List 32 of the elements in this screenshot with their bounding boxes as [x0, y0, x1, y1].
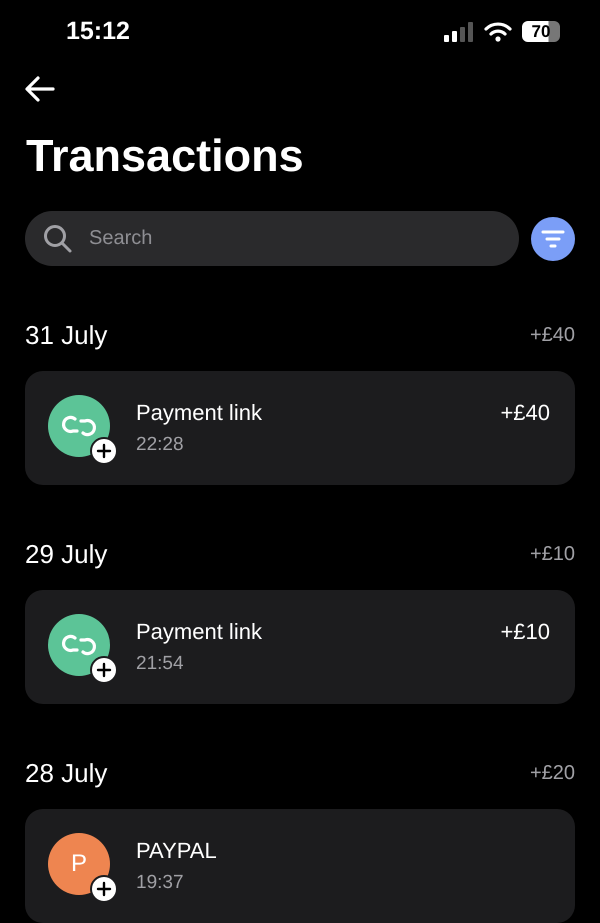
filter-icon: [541, 228, 565, 248]
signal-icon: [444, 22, 474, 42]
transaction-name: Payment link: [136, 400, 263, 426]
date-heading: 28 July: [25, 758, 108, 789]
transaction-amount: +£10: [500, 619, 550, 645]
day-total: +£10: [530, 543, 575, 566]
transaction-time: 19:37: [136, 872, 185, 894]
transaction-card[interactable]: Payment link 21:54 +£10: [25, 590, 575, 704]
transaction-name: Payment link: [136, 619, 263, 645]
search-input[interactable]: Search: [87, 226, 501, 251]
transaction-card[interactable]: Payment link 22:28 +£40: [25, 371, 575, 485]
filter-button[interactable]: [531, 216, 575, 260]
transaction-card[interactable]: P PAYPAL 19:37: [25, 809, 575, 923]
transaction-time: 22:28: [136, 434, 185, 456]
transaction-name: PAYPAL: [136, 838, 218, 864]
wifi-icon: [484, 22, 512, 42]
plus-icon: [90, 437, 118, 465]
date-heading: 31 July: [25, 320, 108, 351]
date-heading: 29 July: [25, 539, 108, 570]
avatar-letter: P: [70, 850, 87, 878]
status-time: 15:12: [66, 17, 130, 46]
plus-icon: [90, 656, 118, 684]
plus-icon: [90, 875, 118, 903]
search-icon: [43, 224, 73, 254]
day-total: +£40: [530, 324, 575, 347]
battery-icon: 70: [522, 21, 560, 42]
transaction-time: 21:54: [136, 653, 185, 675]
search-bar[interactable]: Search: [25, 211, 519, 266]
page-title: Transactions: [26, 129, 305, 183]
day-total: +£20: [530, 762, 575, 785]
back-button[interactable]: [24, 75, 56, 103]
transaction-amount: +£40: [500, 400, 550, 426]
